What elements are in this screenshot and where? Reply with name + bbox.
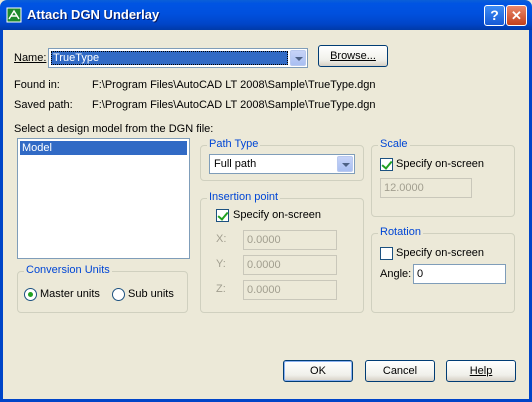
path-type-combo[interactable]: Full path xyxy=(209,154,355,174)
insertion-specify-checkbox[interactable] xyxy=(216,209,229,222)
window-title: Attach DGN Underlay xyxy=(27,7,160,22)
conversion-units-group: Conversion Units Master units Sub units xyxy=(17,264,188,313)
title-close-button[interactable]: ✕ xyxy=(506,5,527,26)
autocad-app-icon xyxy=(6,7,22,23)
help-button[interactable]: Help xyxy=(446,360,516,382)
sub-units-radio[interactable] xyxy=(112,288,125,301)
list-item[interactable]: Model xyxy=(20,141,187,155)
rotation-specify-checkbox[interactable] xyxy=(380,247,393,260)
insertion-z-label: Z: xyxy=(216,283,226,295)
conversion-units-title: Conversion Units xyxy=(24,264,112,276)
title-bar[interactable]: Attach DGN Underlay ? ✕ xyxy=(0,0,532,30)
scale-specify-checkbox[interactable] xyxy=(380,158,393,171)
master-units-radio[interactable] xyxy=(24,288,37,301)
path-type-group: Path Type Full path xyxy=(200,138,364,181)
cancel-button[interactable]: Cancel xyxy=(365,360,435,382)
saved-path-label: Saved path: xyxy=(14,99,73,111)
scale-title: Scale xyxy=(378,138,410,150)
rotation-title: Rotation xyxy=(378,226,423,238)
name-label: Name: xyxy=(14,52,47,64)
sub-units-label[interactable]: Sub units xyxy=(128,288,174,300)
angle-label: Angle: xyxy=(380,268,412,280)
name-combo-value: TrueType xyxy=(51,51,288,65)
found-in-value: F:\Program Files\AutoCAD LT 2008\Sample\… xyxy=(92,79,376,91)
found-in-label: Found in: xyxy=(14,79,60,91)
ok-button[interactable]: OK xyxy=(283,360,353,382)
scale-group: Scale Specify on-screen 12.0000 xyxy=(371,138,515,217)
insertion-point-title: Insertion point xyxy=(207,191,281,203)
master-units-label[interactable]: Master units xyxy=(40,288,100,300)
saved-path-value: F:\Program Files\AutoCAD LT 2008\Sample\… xyxy=(92,99,376,111)
rotation-specify-label[interactable]: Specify on-screen xyxy=(396,247,484,259)
insertion-specify-label[interactable]: Specify on-screen xyxy=(233,209,321,221)
design-model-label: Select a design model from the DGN file: xyxy=(14,123,214,135)
insertion-point-group: Insertion point Specify on-screen X: 0.0… xyxy=(200,191,364,313)
scale-field[interactable]: 12.0000 xyxy=(380,178,472,198)
insertion-y-label: Y: xyxy=(216,258,226,270)
chevron-down-icon[interactable] xyxy=(337,156,353,172)
insertion-z-field[interactable]: 0.0000 xyxy=(243,280,337,300)
insertion-y-field[interactable]: 0.0000 xyxy=(243,255,337,275)
angle-field[interactable]: 0 xyxy=(413,264,506,284)
name-combo[interactable]: TrueType xyxy=(48,48,308,68)
chevron-down-icon[interactable] xyxy=(290,50,306,66)
title-help-button[interactable]: ? xyxy=(484,5,505,26)
scale-specify-label[interactable]: Specify on-screen xyxy=(396,158,484,170)
rotation-group: Rotation Specify on-screen Angle: 0 xyxy=(371,226,515,313)
path-type-value: Full path xyxy=(214,158,257,170)
insertion-x-field[interactable]: 0.0000 xyxy=(243,230,337,250)
design-model-list[interactable]: Model xyxy=(17,138,190,259)
path-type-title: Path Type xyxy=(207,138,261,150)
insertion-x-label: X: xyxy=(216,233,227,245)
browse-button[interactable]: Browse... xyxy=(318,45,388,67)
